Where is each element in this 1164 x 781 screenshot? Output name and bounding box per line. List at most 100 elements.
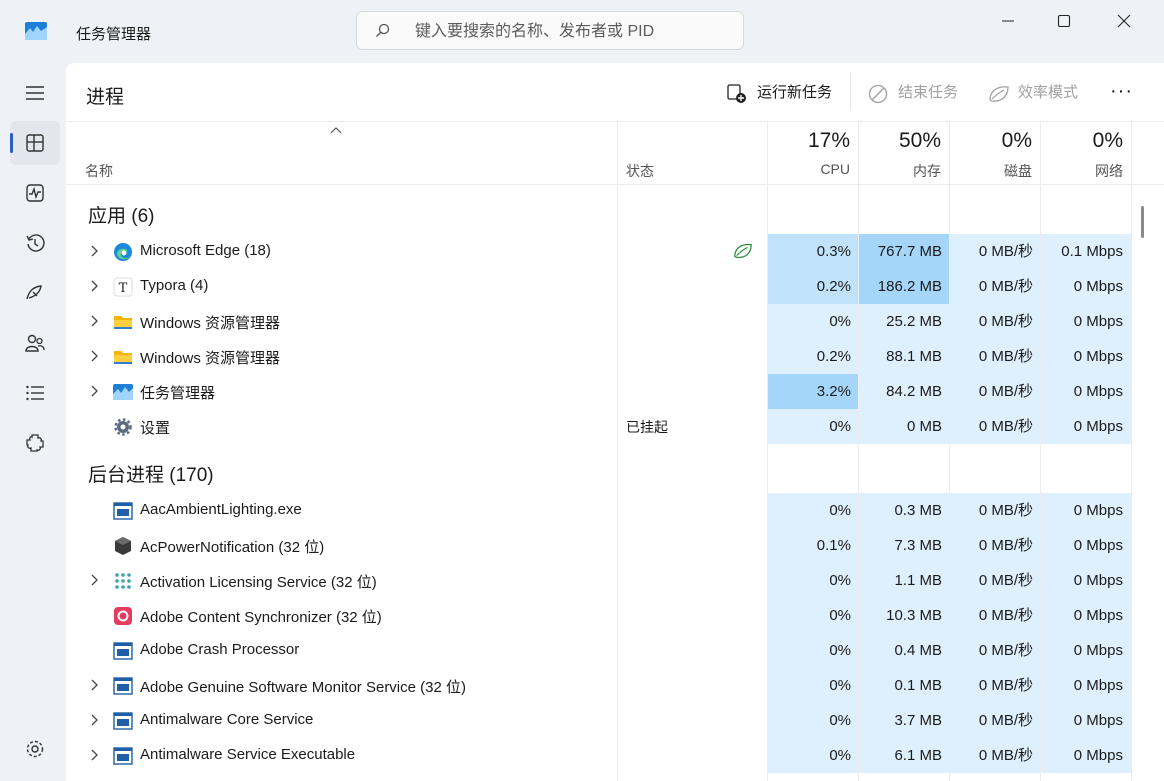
nav-services[interactable] [10,421,60,465]
column-header-cpu[interactable]: CPU [770,161,850,177]
cpu-total[interactable]: 17% [770,129,850,153]
svg-text:T: T [119,281,128,296]
process-name: Antimalware Core Service [140,711,314,728]
memory-cell: 88.1 MB [859,339,949,374]
more-options-button[interactable]: ··· [1110,79,1134,107]
disk-cell: 0 MB/秒 [950,304,1040,339]
app-history-icon [26,234,45,252]
search-icon [376,23,390,37]
nav-users[interactable] [10,321,60,365]
disk-cell: 0 MB/秒 [950,234,1040,269]
memory-cell: 25.2 MB [859,304,949,339]
network-cell: 0 Mbps [1041,633,1131,668]
process-name: AcPowerNotification (32 位) [140,539,325,556]
process-row[interactable]: Adobe Genuine Software Monitor Service (… [66,668,1164,703]
cpu-cell: 0% [768,598,858,633]
chevron-right-icon[interactable] [89,350,99,362]
disk-cell: 0 MB/秒 [950,374,1040,409]
process-row[interactable]: 设置 已挂起 0% 0 MB 0 MB/秒 0 Mbps [66,409,1164,444]
process-row[interactable]: AacAmbientLighting.exe 0% 0.3 MB 0 MB/秒 … [66,493,1164,528]
column-header-memory[interactable]: 内存 [861,161,941,181]
network-cell: 0 Mbps [1041,374,1131,409]
process-row[interactable]: Microsoft Edge (18) 0.3% 767.7 MB 0 MB/秒… [66,234,1164,269]
process-row[interactable]: Windows 资源管理器 0% 25.2 MB 0 MB/秒 0 Mbps [66,304,1164,339]
group-header-apps[interactable]: 应用 (6) [88,201,155,228]
maximize-button[interactable] [1039,6,1089,36]
adobe-cc-icon [114,607,132,625]
chevron-right-icon[interactable] [89,574,99,586]
vertical-scrollbar[interactable] [1141,206,1144,238]
close-button[interactable] [1099,6,1149,36]
disk-total[interactable]: 0% [952,129,1032,153]
app-window-icon [113,502,133,520]
column-header-status[interactable]: 状态 [626,161,654,181]
memory-total[interactable]: 50% [861,129,941,153]
disk-cell: 0 MB/秒 [950,633,1040,668]
efficiency-mode-label: 效率模式 [1018,84,1079,101]
column-header-disk[interactable]: 磁盘 [952,161,1032,181]
process-row[interactable]: Activation Licensing Service (32 位) 0% 1… [66,563,1164,598]
disk-cell: 0 MB/秒 [950,598,1040,633]
sort-ascending-icon [330,127,342,134]
memory-cell: 6.1 MB [859,738,949,773]
cpu-cell: 0.2% [768,269,858,304]
network-total[interactable]: 0% [1043,129,1123,153]
nav-settings[interactable] [10,727,60,771]
nav-startup-apps[interactable] [10,271,60,315]
task-manager-icon [113,384,133,400]
end-task-label: 结束任务 [898,84,959,101]
nav-performance[interactable] [10,171,60,215]
group-header-background[interactable]: 后台进程 (170) [88,460,214,487]
column-header-network[interactable]: 网络 [1043,161,1123,181]
process-row[interactable]: T Typora (4) 0.2% 186.2 MB 0 MB/秒 0 Mbps [66,269,1164,304]
nav-processes[interactable] [10,121,60,165]
network-cell: 0 Mbps [1041,703,1131,738]
column-header-name[interactable]: 名称 [85,161,113,181]
search-input[interactable] [413,20,727,44]
chevron-right-icon[interactable] [89,679,99,691]
process-name: 设置 [140,420,171,437]
disk-cell: 0 MB/秒 [950,738,1040,773]
network-cell: 0.1 Mbps [1041,234,1131,269]
memory-cell: 767.7 MB [859,234,949,269]
network-cell: 0 Mbps [1041,563,1131,598]
process-row[interactable]: Adobe Content Synchronizer (32 位) 0% 10.… [66,598,1164,633]
disk-cell: 0 MB/秒 [950,339,1040,374]
process-name: Adobe Crash Processor [140,641,300,658]
cube-icon [115,537,131,555]
nav-details[interactable] [10,371,60,415]
folder-icon [114,351,132,364]
search-box[interactable] [356,11,744,50]
run-new-task-button[interactable]: 运行新任务 [727,79,837,107]
process-row[interactable]: Windows 资源管理器 0.2% 88.1 MB 0 MB/秒 0 Mbps [66,339,1164,374]
chevron-right-icon[interactable] [89,749,99,761]
process-row[interactable]: Adobe Crash Processor 0% 0.4 MB 0 MB/秒 0… [66,633,1164,668]
process-row[interactable]: AcPowerNotification (32 位) 0.1% 7.3 MB 0… [66,528,1164,563]
process-row[interactable]: 任务管理器 3.2% 84.2 MB 0 MB/秒 0 Mbps [66,374,1164,409]
chevron-right-icon[interactable] [89,315,99,327]
chevron-right-icon[interactable] [89,245,99,257]
network-cell: 0 Mbps [1041,269,1131,304]
memory-cell: 0.4 MB [859,633,949,668]
leaf-icon [989,86,1009,102]
network-cell: 0 Mbps [1041,339,1131,374]
hamburger-menu-button[interactable] [10,71,60,115]
folder-icon [114,316,132,329]
nav-app-history[interactable] [10,221,60,265]
page-title: 进程 [86,87,125,108]
network-cell: 0 Mbps [1041,598,1131,633]
process-row[interactable]: Antimalware Core Service 0% 3.7 MB 0 MB/… [66,703,1164,738]
process-row[interactable]: Antimalware Service Executable 0% 6.1 MB… [66,738,1164,773]
cpu-cell: 3.2% [768,374,858,409]
disk-cell: 0 MB/秒 [950,528,1040,563]
efficiency-leaf-icon [734,243,752,259]
minimize-button[interactable] [983,6,1033,36]
chevron-right-icon[interactable] [89,714,99,726]
memory-cell: 186.2 MB [859,269,949,304]
process-name: Activation Licensing Service (32 位) [140,574,377,591]
chevron-right-icon[interactable] [89,385,99,397]
efficiency-mode-button[interactable]: 效率模式 [988,79,1088,107]
end-task-button[interactable]: 结束任务 [868,79,963,107]
chevron-right-icon[interactable] [89,280,99,292]
process-name: Antimalware Service Executable [140,746,356,763]
